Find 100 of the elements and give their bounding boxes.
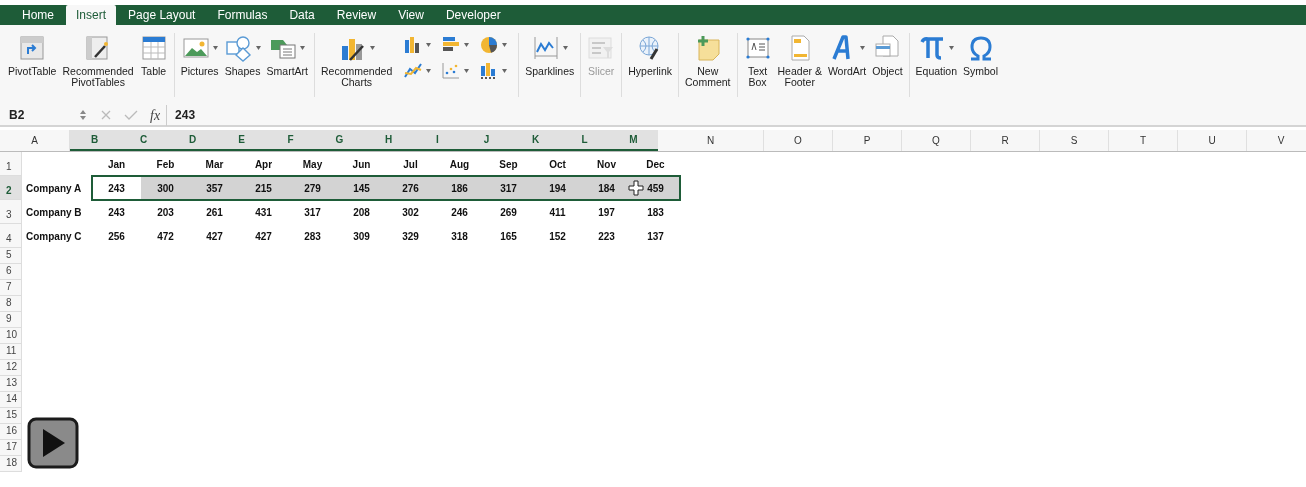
caret-icon — [464, 43, 470, 47]
row-header[interactable]: 12 — [0, 360, 22, 376]
row-header[interactable]: 9 — [0, 312, 22, 328]
table-cell-text: 309 — [352, 229, 371, 244]
ribbon-button[interactable]: Recommended Charts — [318, 33, 396, 88]
column-header[interactable]: H — [364, 130, 413, 151]
column-title: Jul — [402, 157, 419, 172]
ribbon-tab[interactable]: Review — [326, 5, 387, 25]
row-header[interactable]: 17 — [0, 440, 22, 456]
caret-icon — [426, 43, 432, 47]
column-header[interactable]: I — [413, 130, 462, 151]
table-cell-text: 427 — [205, 229, 224, 244]
column-title: Nov — [596, 157, 617, 172]
row-header[interactable]: 14 — [0, 392, 22, 408]
chart-type-button[interactable] — [479, 61, 508, 81]
sparkline-icon — [531, 34, 560, 62]
column-header[interactable]: C — [119, 130, 168, 151]
ribbon-button[interactable]: WordArt — [824, 33, 870, 77]
play-icon[interactable] — [27, 417, 79, 469]
chart-type-button[interactable] — [479, 35, 508, 55]
ribbon-tab[interactable]: Page Layout — [118, 5, 206, 25]
row-header[interactable]: 18 — [0, 456, 22, 472]
column-header[interactable]: Q — [902, 130, 971, 151]
row-header[interactable]: 4 — [0, 224, 22, 248]
row-header[interactable]: 13 — [0, 376, 22, 392]
column-header[interactable]: O — [764, 130, 833, 151]
column-header[interactable]: P — [833, 130, 902, 151]
row-header[interactable]: 2 — [0, 176, 22, 200]
table-cell-text: 197 — [597, 205, 616, 220]
ribbon-button[interactable]: Table — [136, 33, 171, 77]
chart-type-button[interactable] — [403, 35, 432, 55]
spinner-icon[interactable] — [80, 109, 86, 121]
ribbon-button[interactable]: PivotTable — [5, 33, 60, 77]
checkmark-icon[interactable] — [124, 109, 138, 121]
caret-icon — [426, 69, 432, 73]
ribbon-button[interactable]: SmartArt — [263, 33, 311, 77]
ribbon-tab[interactable]: Data — [279, 5, 325, 25]
column-header[interactable]: E — [217, 130, 266, 151]
caret-icon — [300, 46, 306, 50]
column-header[interactable]: L — [560, 130, 609, 151]
column-header[interactable]: B — [70, 130, 119, 151]
table-cell-text: 256 — [107, 229, 126, 244]
column-header[interactable]: F — [266, 130, 315, 151]
ribbon-button[interactable]: Shapes — [221, 33, 264, 77]
chart-type-button[interactable] — [441, 61, 470, 81]
ribbon-button[interactable]: Pictures — [177, 33, 222, 77]
row-header[interactable]: 5 — [0, 248, 22, 264]
column-header[interactable]: T — [1109, 130, 1178, 151]
formula-field[interactable]: 243 — [175, 106, 196, 124]
column-header[interactable]: V — [1247, 130, 1306, 151]
table-cell-text: 411 — [548, 205, 567, 220]
ribbon-button[interactable]: Header & Footer — [774, 33, 825, 88]
row-label: Company B — [25, 205, 83, 220]
column-header[interactable]: N — [658, 130, 764, 151]
ribbon-button[interactable]: Equation — [912, 33, 961, 77]
table-cell: 184 — [582, 176, 631, 200]
row-header[interactable]: 6 — [0, 264, 22, 280]
name-box[interactable]: B2 — [0, 106, 80, 124]
table-cell-text: 318 — [450, 229, 469, 244]
column-header[interactable]: D — [168, 130, 217, 151]
ribbon-button[interactable]: Sparklines — [522, 33, 578, 77]
column-title: Aug — [448, 157, 471, 172]
table-cell-text: 208 — [352, 205, 371, 220]
row-header[interactable]: 1 — [0, 152, 22, 176]
ribbon-tab[interactable]: Developer — [435, 5, 511, 25]
scatter-chart-icon — [441, 61, 462, 81]
row-header[interactable]: 7 — [0, 280, 22, 296]
column-header[interactable]: J — [462, 130, 511, 151]
ribbon-button[interactable]: Text Box — [740, 33, 775, 88]
row-header[interactable]: 11 — [0, 344, 22, 360]
table-cell-text: 261 — [205, 205, 224, 220]
table-cell-text: 165 — [499, 229, 518, 244]
ribbon-tab[interactable]: Home — [12, 5, 64, 25]
column-header[interactable]: K — [511, 130, 560, 151]
column-header[interactable]: M — [609, 130, 658, 151]
ribbon-tab[interactable]: Insert — [66, 5, 117, 25]
column-header[interactable]: G — [315, 130, 364, 151]
table-cell-text: 317 — [303, 205, 322, 220]
ribbon-button[interactable]: New Comment — [682, 33, 734, 88]
caret-icon — [212, 46, 218, 50]
table-cell: 279 — [288, 176, 337, 200]
table-cell-text: 269 — [499, 205, 518, 220]
ribbon-button[interactable]: Symbol — [960, 33, 1002, 77]
ribbon-button[interactable]: Recommended PivotTables — [59, 33, 137, 88]
row-header[interactable]: 10 — [0, 328, 22, 344]
column-header[interactable]: R — [971, 130, 1040, 151]
caret-icon — [949, 46, 955, 50]
ribbon-tab[interactable]: View — [388, 5, 434, 25]
ribbon-tab[interactable]: Formulas — [207, 5, 278, 25]
caret-icon — [860, 46, 866, 50]
column-title: Dec — [645, 157, 666, 172]
row-header[interactable]: 3 — [0, 200, 22, 224]
ribbon-button[interactable]: Hyperlink — [625, 33, 675, 77]
row-header[interactable]: 8 — [0, 296, 22, 312]
column-header[interactable]: S — [1040, 130, 1109, 151]
ribbon-button[interactable]: Object — [869, 33, 906, 77]
caret-icon — [255, 46, 261, 50]
column-header[interactable]: U — [1178, 130, 1247, 151]
row-header[interactable]: 15 — [0, 408, 22, 424]
row-header[interactable]: 16 — [0, 424, 22, 440]
